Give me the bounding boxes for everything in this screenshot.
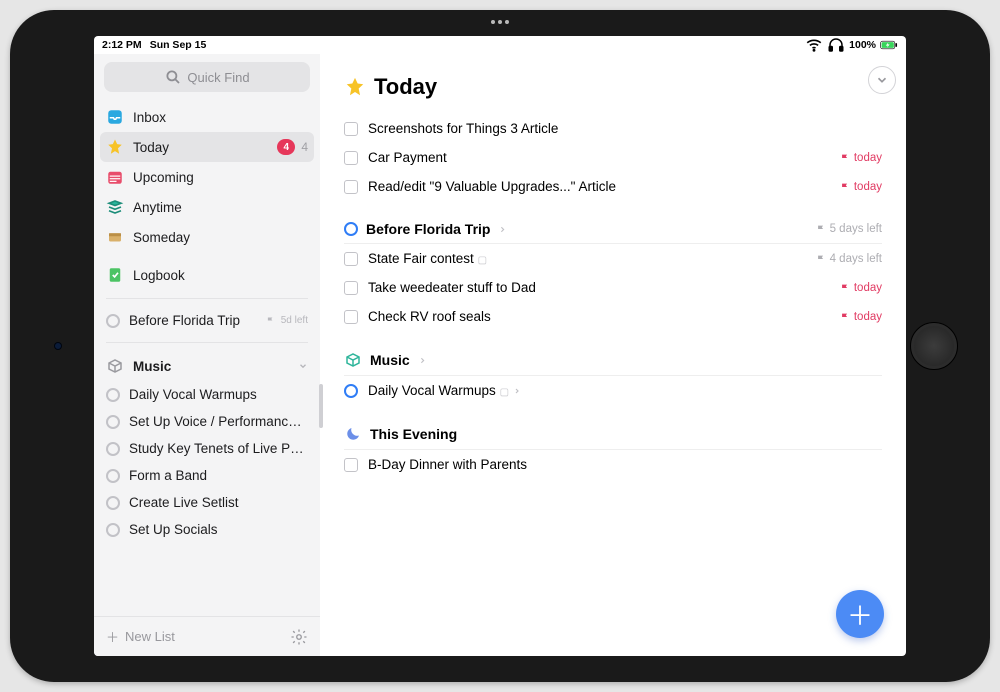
checkbox[interactable] — [344, 281, 358, 295]
divider — [106, 342, 308, 343]
more-button[interactable] — [868, 66, 896, 94]
note-icon: ▢ — [478, 255, 487, 266]
new-list-button[interactable]: ＋ New List — [106, 627, 175, 646]
scroll-indicator — [319, 384, 323, 428]
task-item[interactable]: Daily Vocal Warmups ▢ — [344, 376, 882, 405]
drawer-icon — [106, 228, 124, 246]
area-box-icon — [106, 357, 124, 375]
search-icon — [164, 68, 182, 86]
plus-icon: ＋ — [106, 627, 119, 646]
deadline-tag: 5d left — [266, 315, 308, 326]
quick-find-input[interactable]: Quick Find — [104, 62, 310, 92]
checkbox[interactable] — [344, 180, 358, 194]
page-title: Today — [344, 54, 882, 114]
battery-percent: 100% — [849, 39, 876, 51]
chevron-right-icon — [418, 356, 427, 365]
checkbox[interactable] — [344, 252, 358, 266]
project-progress-icon — [106, 496, 120, 510]
sidebar-item-upcoming[interactable]: Upcoming — [94, 162, 320, 192]
status-date: Sun Sep 15 — [150, 39, 207, 51]
chevron-right-icon — [513, 387, 521, 395]
project-progress-icon — [344, 384, 358, 398]
star-icon — [106, 138, 124, 156]
sidebar-project-tenets[interactable]: Study Key Tenets of Live Perfor... — [94, 435, 320, 462]
task-item[interactable]: B-Day Dinner with Parents — [344, 450, 882, 479]
divider — [106, 298, 308, 299]
task-item[interactable]: Car Payment today — [344, 143, 882, 172]
inbox-icon — [106, 108, 124, 126]
section-header-florida[interactable]: Before Florida Trip 5 days left — [344, 201, 882, 244]
area-box-icon — [344, 351, 362, 369]
sidebar-item-someday[interactable]: Someday — [94, 222, 320, 252]
logbook-icon — [106, 266, 124, 284]
today-count: 4 — [301, 140, 308, 154]
new-task-button[interactable]: ＋ — [836, 590, 884, 638]
device-home-button[interactable] — [910, 322, 958, 370]
star-icon — [344, 76, 366, 98]
deadline-tag: today — [840, 311, 882, 323]
project-progress-icon — [106, 388, 120, 402]
project-progress-icon — [106, 523, 120, 537]
chevron-right-icon — [498, 225, 507, 234]
status-bar: 2:12 PM Sun Sep 15 100% — [94, 36, 906, 54]
sidebar-item-inbox[interactable]: Inbox — [94, 102, 320, 132]
sidebar-project-socials[interactable]: Set Up Socials — [94, 516, 320, 543]
sidebar-project-voice-lessons[interactable]: Set Up Voice / Performance Les... — [94, 408, 320, 435]
sidebar-item-logbook[interactable]: Logbook — [94, 260, 320, 290]
deadline-tag: today — [840, 152, 882, 164]
deadline-tag: 4 days left — [816, 253, 882, 265]
sidebar: Quick Find Inbox Today 4 4 — [94, 54, 320, 656]
project-progress-icon — [344, 222, 358, 236]
sidebar-item-today[interactable]: Today 4 4 — [100, 132, 314, 162]
note-icon: ▢ — [500, 387, 509, 398]
sidebar-project-warmups[interactable]: Daily Vocal Warmups — [94, 381, 320, 408]
sidebar-project-setlist[interactable]: Create Live Setlist — [94, 489, 320, 516]
status-time: 2:12 PM — [102, 39, 142, 51]
main-panel: Today Screenshots for Things 3 Article C… — [320, 54, 906, 656]
sidebar-item-anytime[interactable]: Anytime — [94, 192, 320, 222]
task-item[interactable]: Check RV roof seals today — [344, 302, 882, 331]
task-item[interactable]: Read/edit "9 Valuable Upgrades..." Artic… — [344, 172, 882, 201]
deadline-tag: 5 days left — [816, 223, 882, 235]
project-progress-icon — [106, 442, 120, 456]
gear-icon[interactable] — [290, 628, 308, 646]
stack-icon — [106, 198, 124, 216]
device-camera — [54, 342, 62, 350]
deadline-tag: today — [840, 282, 882, 294]
wifi-icon — [805, 36, 823, 54]
project-progress-icon — [106, 469, 120, 483]
chevron-down-icon[interactable] — [298, 361, 308, 371]
calendar-icon — [106, 168, 124, 186]
checkbox[interactable] — [344, 122, 358, 136]
checkbox[interactable] — [344, 151, 358, 165]
today-badge: 4 — [277, 139, 295, 155]
sidebar-project-florida[interactable]: Before Florida Trip 5d left — [94, 307, 320, 334]
task-item[interactable]: State Fair contest ▢ 4 days left — [344, 244, 882, 273]
checkbox[interactable] — [344, 458, 358, 472]
section-header-music[interactable]: Music — [344, 331, 882, 376]
battery-icon — [880, 36, 898, 54]
checkbox[interactable] — [344, 310, 358, 324]
project-progress-icon — [106, 314, 120, 328]
task-item[interactable]: Take weedeater stuff to Dad today — [344, 273, 882, 302]
deadline-tag: today — [840, 181, 882, 193]
section-header-evening[interactable]: This Evening — [344, 405, 882, 450]
sidebar-area-music[interactable]: Music — [94, 351, 320, 381]
headphones-icon — [827, 36, 845, 54]
project-progress-icon — [106, 415, 120, 429]
sidebar-project-band[interactable]: Form a Band — [94, 462, 320, 489]
task-item[interactable]: Screenshots for Things 3 Article — [344, 114, 882, 143]
moon-icon — [344, 425, 362, 443]
quick-find-placeholder: Quick Find — [187, 70, 249, 85]
